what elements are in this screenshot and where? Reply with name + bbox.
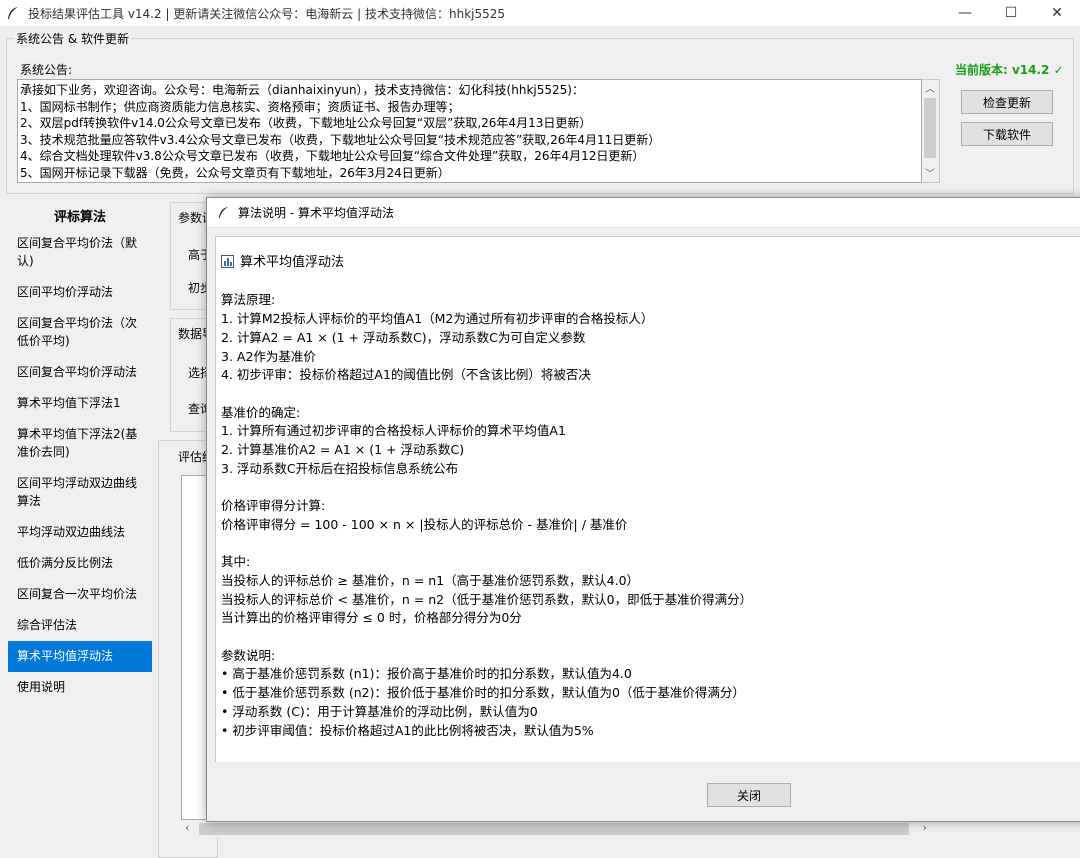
algorithm-list: 区间复合平均价法（默认) 区间平均价浮动法 区间复合平均价法（次低价平均) 区间… — [8, 228, 152, 703]
description-line: 其中: — [221, 554, 251, 570]
scroll-up-icon[interactable]: ︿ — [925, 80, 935, 95]
algorithm-item[interactable]: 算术平均值浮动法 — [8, 641, 152, 672]
description-line: 当投标人的评标总价 ≥ 基准价，n = n1（高于基准价惩罚系数，默认4.0） — [221, 572, 640, 588]
scroll-left-icon[interactable]: ‹ — [185, 821, 189, 834]
description-line: 2. 计算A2 = A1 × (1 + 浮动系数C)，浮动系数C为可自定义参数 — [221, 329, 586, 345]
scrollbar-thumb[interactable] — [199, 823, 909, 835]
bar-chart-icon — [221, 255, 234, 268]
description-line — [221, 628, 1080, 647]
description-line: • 初步评审阈值：投标价格超过A1的此比例将被否决，默认值为5% — [221, 722, 594, 738]
version-label: 当前版本: v14.2 ✓ — [955, 63, 1064, 77]
algorithm-item[interactable]: 区间复合平均价法（默认) — [8, 228, 152, 277]
announcement-line: 4、综合文档处理软件v3.8公众号文章已发布（收费，下载地址公众号回复“综合文件… — [20, 149, 645, 163]
description-line: 1. 计算所有通过初步评审的合格投标人评标价的算术平均值A1 — [221, 423, 566, 439]
description-line: 参数说明: — [221, 647, 276, 663]
download-software-button[interactable]: 下载软件 — [961, 122, 1053, 146]
dialog-close-button[interactable]: 关闭 — [707, 783, 791, 807]
announcement-line: 2、双层pdf转换软件v14.0公众号文章已发布（收费，下载地址公众号回复“双层… — [20, 116, 592, 130]
announcement-label: 系统公告: — [20, 63, 73, 77]
check-update-button[interactable]: 检查更新 — [961, 90, 1053, 114]
announcement-scrollbar[interactable]: ︿ ﹀ — [922, 79, 940, 183]
scroll-right-icon[interactable]: › — [923, 821, 927, 834]
dialog-title: 算法说明 - 算术平均值浮动法 — [238, 206, 394, 220]
description-line: 当投标人的评标总价 < 基准价，n = n2（低于基准价惩罚系数，默认0，即低于… — [221, 591, 753, 607]
description-heading: 算术平均值浮动法 — [221, 254, 1080, 273]
description-heading-text: 算术平均值浮动法 — [240, 255, 345, 270]
result-horizontal-scrollbar[interactable]: ‹ › — [181, 820, 941, 838]
description-line — [221, 478, 1080, 497]
algorithm-description-text[interactable]: 算术平均值浮动法 算法原理: 1. 计算M2投标人评标价的平均值A1（M2为通过… — [215, 236, 1080, 762]
algorithm-item[interactable]: 区间复合平均价浮动法 — [8, 357, 152, 388]
minimize-button[interactable]: — — [942, 0, 988, 26]
algorithm-item[interactable]: 算术平均值下浮法1 — [8, 388, 152, 419]
announcement-textbox[interactable]: 承接如下业务，欢迎咨询。公众号：电海新云（dianhaixinyun），技术支持… — [17, 79, 922, 183]
announcement-line: 5、国网开标记录下载器（免费，公众号文章页有下载地址，26年3月24日更新） — [20, 165, 450, 180]
scroll-down-icon[interactable]: ﹀ — [925, 165, 935, 180]
description-line: 基准价的确定: — [221, 404, 301, 420]
algorithm-item[interactable]: 区间复合一次平均价法 — [8, 579, 152, 610]
algorithm-list-title: 评标算法 — [53, 210, 106, 225]
description-line: 1. 计算M2投标人评标价的平均值A1（M2为通过所有初步评审的合格投标人） — [221, 311, 654, 327]
description-line: 3. 浮动系数C开标后在招投标信息系统公布 — [221, 460, 459, 476]
description-line: 2. 计算基准价A2 = A1 × (1 + 浮动系数C) — [221, 442, 465, 458]
description-line — [221, 273, 1080, 292]
window-titlebar: 投标结果评估工具 v14.2 | 更新请关注微信公众号：电海新云 | 技术支持微… — [0, 0, 1080, 26]
maximize-button[interactable]: ☐ — [988, 0, 1034, 26]
announcement-line: 1、国网标书制作；供应商资质能力信息核实、资格预审；资质证书、报告办理等； — [20, 99, 460, 114]
announcement-line: 承接如下业务，欢迎咨询。公众号：电海新云（dianhaixinyun），技术支持… — [20, 83, 584, 97]
window-title: 投标结果评估工具 v14.2 | 更新请关注微信公众号：电海新云 | 技术支持微… — [28, 6, 506, 21]
scrollbar-thumb[interactable] — [924, 98, 936, 158]
description-line: 当计算出的价格评审得分 ≤ 0 时，价格部分得分为0分 — [221, 610, 522, 626]
description-line: 价格评审得分 = 100 - 100 × n × |投标人的评标总价 - 基准价… — [221, 516, 628, 532]
algorithm-item[interactable]: 综合评估法 — [8, 610, 152, 641]
algorithm-item[interactable]: 区间平均价浮动法 — [8, 277, 152, 308]
announcement-group-title: 系统公告 & 软件更新 — [14, 30, 131, 47]
description-line: • 浮动系数 (C)：用于计算基准价的浮动比例，默认值为0 — [221, 703, 538, 719]
algorithm-item[interactable]: 区间复合平均价法（次低价平均) — [8, 308, 152, 357]
description-line — [221, 385, 1080, 404]
algorithm-item[interactable]: 平均浮动双边曲线法 — [8, 517, 152, 548]
algorithm-item[interactable]: 区间平均浮动双边曲线算法 — [8, 468, 152, 517]
algorithm-item[interactable]: 低价满分反比例法 — [8, 548, 152, 579]
announcement-line: 3、技术规范批量应答软件v3.4公众号文章已发布（收费，下载地址公众号回复“技术… — [20, 132, 661, 147]
algorithm-description-dialog: 算法说明 - 算术平均值浮动法 算术平均值浮动法 算法原理: 1. 计算M2投标… — [206, 197, 1080, 822]
algorithm-item[interactable]: 算术平均值下浮法2(基准价去同) — [8, 419, 152, 468]
description-line: 价格评审得分计算: — [221, 498, 326, 514]
description-line: 3. A2作为基准价 — [221, 348, 316, 364]
algorithm-item[interactable]: 使用说明 — [8, 672, 152, 703]
dialog-titlebar: 算法说明 - 算术平均值浮动法 — [207, 198, 1080, 228]
description-line: • 高于基准价惩罚系数 (n1)：报价高于基准价时的扣分系数，默认值为4.0 — [221, 666, 632, 682]
feather-icon — [218, 206, 229, 219]
description-line: 算法原理: — [221, 292, 276, 308]
feather-icon — [8, 7, 18, 19]
description-line: • 低于基准价惩罚系数 (n2)：报价低于基准价时的扣分系数，默认值为0（低于基… — [221, 685, 745, 701]
description-line — [221, 535, 1080, 554]
description-line: 4. 初步评审：投标价格超过A1的阈值比例（不含该比例）将被否决 — [221, 367, 591, 383]
close-window-button[interactable]: ✕ — [1034, 0, 1080, 26]
